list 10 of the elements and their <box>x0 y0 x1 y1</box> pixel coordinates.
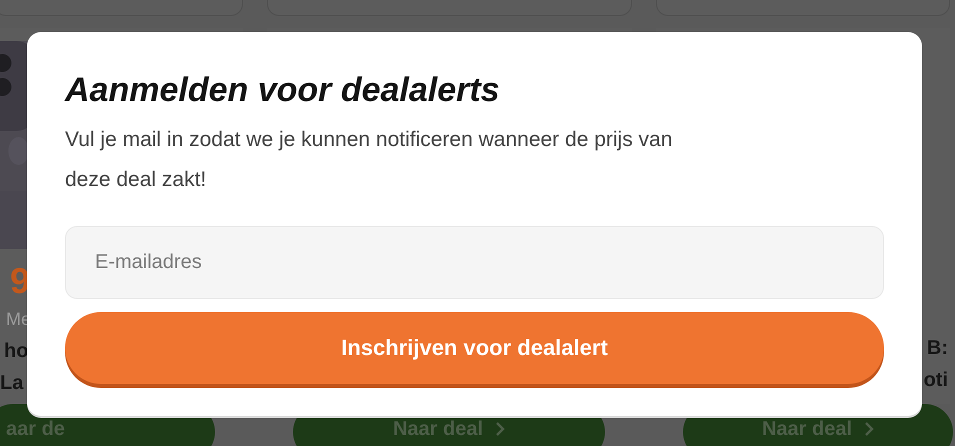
product-title: B: <box>926 336 948 361</box>
dialog-title: Aanmelden voor dealalerts <box>65 70 501 111</box>
product-title: oti <box>924 368 948 393</box>
chevron-icon <box>864 421 874 437</box>
product-title: La <box>0 371 24 396</box>
subscribe-button[interactable]: Inschrijven voor dealalert <box>65 312 884 384</box>
dialog-text: Vul je mail in zodat we je kunnen notificeren wanneer de prijs van deze deal zakt! <box>65 127 674 193</box>
chevron-icon <box>495 421 506 437</box>
product-title: ho <box>3 339 28 364</box>
email-field[interactable]: E-mailadres <box>65 226 884 299</box>
